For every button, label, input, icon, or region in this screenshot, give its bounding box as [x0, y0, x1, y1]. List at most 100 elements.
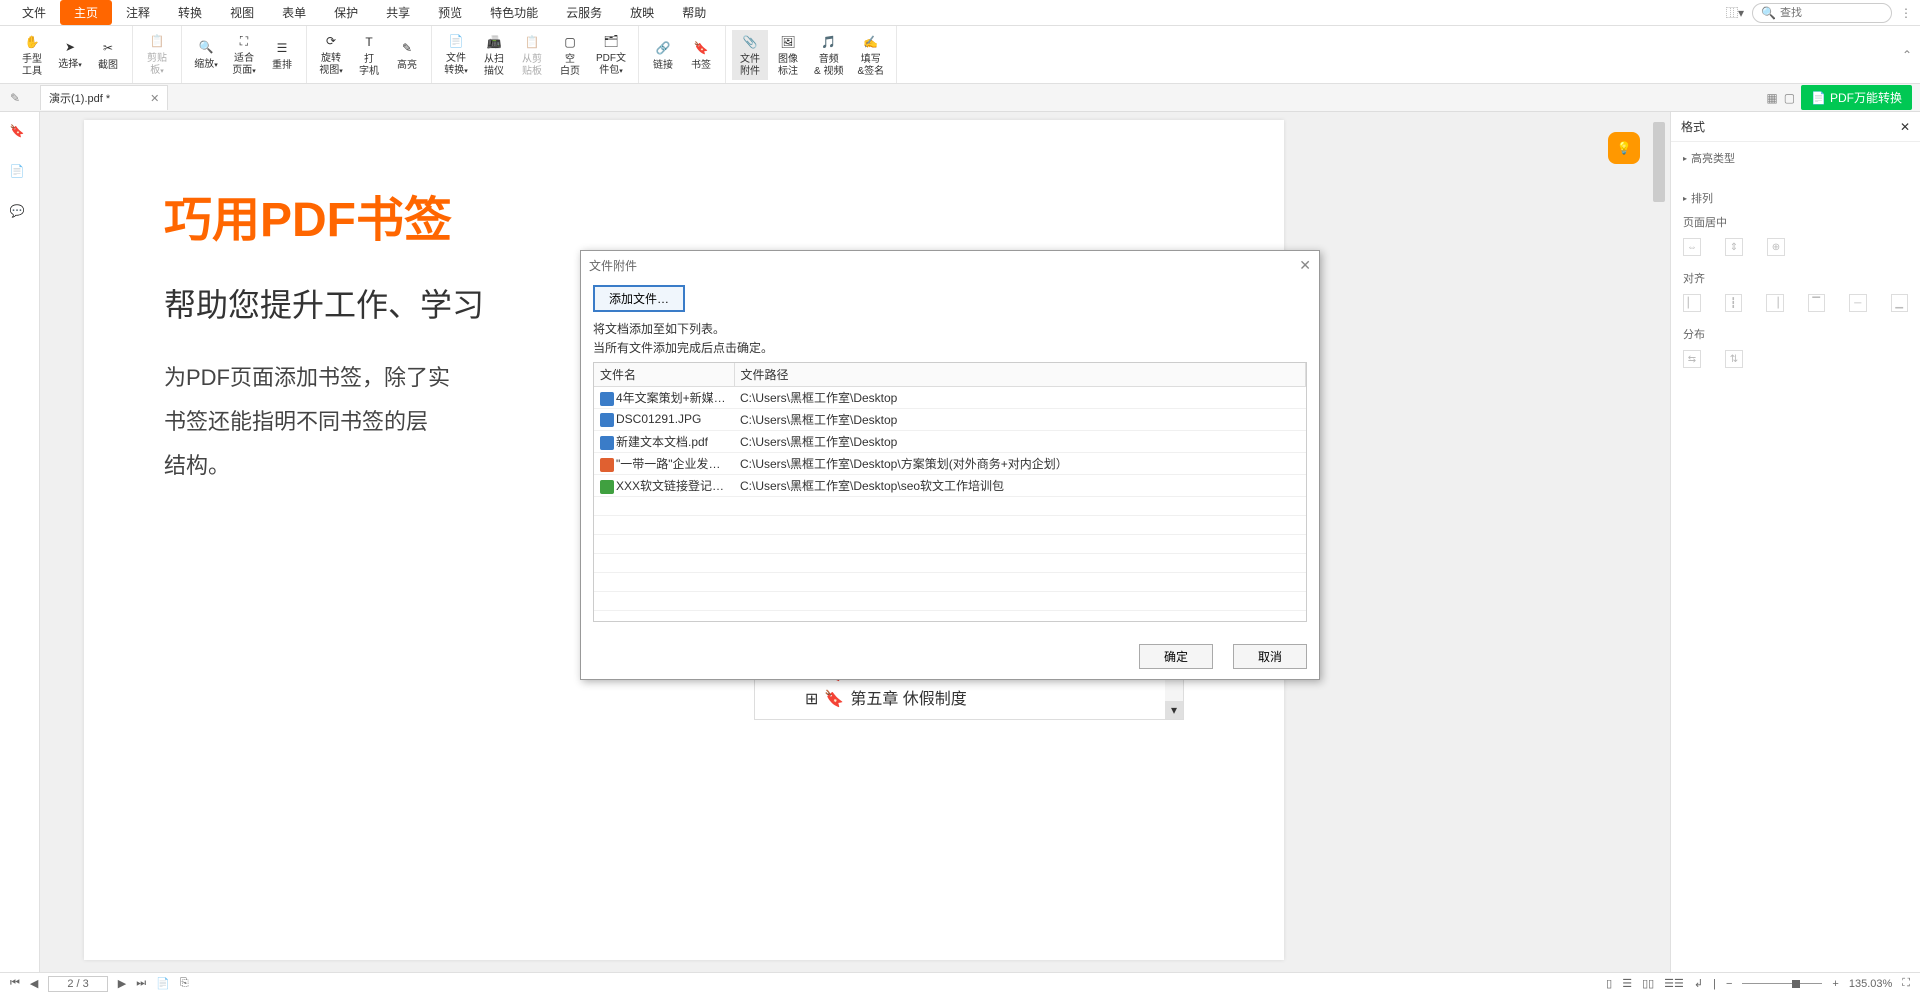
prev-page-icon[interactable]: ◀: [30, 977, 38, 990]
menu-item[interactable]: 共享: [372, 0, 424, 25]
ribbon-reflow-button[interactable]: ☰重排: [264, 36, 300, 74]
ribbon-attach-button[interactable]: 📎文件附件: [732, 30, 768, 80]
close-icon[interactable]: ✕: [1299, 257, 1311, 274]
zoom-in-icon[interactable]: +: [1832, 978, 1838, 990]
menu-item[interactable]: 特色功能: [476, 0, 552, 25]
ribbon-cursor-button[interactable]: ➤选择▾: [52, 35, 88, 74]
ribbon-hand-button[interactable]: ✋手型工具: [14, 30, 50, 80]
page-icon[interactable]: 📄: [10, 164, 30, 184]
center-both-icon[interactable]: ⊕: [1767, 238, 1785, 256]
ribbon-fitpage-button[interactable]: ⛶适合页面▾: [226, 29, 262, 80]
view-single-icon[interactable]: ▯: [1606, 977, 1612, 990]
menu-item[interactable]: 表单: [268, 0, 320, 25]
menu-item[interactable]: 云服务: [552, 0, 616, 25]
fullscreen-icon[interactable]: ⛶: [1902, 977, 1910, 990]
align-bottom-icon[interactable]: ▁: [1891, 294, 1909, 312]
toc-row[interactable]: ⊞🔖第五章 休假制度: [805, 687, 1047, 713]
menu-item[interactable]: 文件: [8, 0, 60, 25]
ribbon-clipboard-button[interactable]: 📋剪贴板▾: [139, 29, 175, 80]
ribbon-link-button[interactable]: 🔗链接: [645, 36, 681, 74]
file-type-icon: [600, 480, 614, 494]
table-row[interactable]: "一带一路"企业发展…C:\Users\黑框工作室\Desktop\方案策划(对…: [594, 453, 1306, 475]
ribbon-blank-button[interactable]: ▢空白页: [552, 30, 588, 80]
table-row[interactable]: DSC01291.JPGC:\Users\黑框工作室\Desktop: [594, 409, 1306, 431]
layout-mode-icon[interactable]: ⿲▾: [1726, 4, 1744, 21]
ribbon-highlight-button[interactable]: ✎高亮: [389, 36, 425, 74]
ribbon-zoom-button[interactable]: 🔍缩放▾: [188, 35, 224, 74]
page-indicator[interactable]: 2 / 3: [48, 976, 107, 992]
col-filepath[interactable]: 文件路径: [734, 363, 1306, 387]
first-page-icon[interactable]: ⏮: [10, 977, 20, 990]
ribbon-media-button[interactable]: 🎵音频& 视频: [808, 30, 849, 80]
ribbon-convert-button[interactable]: 📄文件转换▾: [438, 29, 474, 80]
scrollbar[interactable]: [1652, 112, 1666, 972]
typewriter-icon: T: [359, 32, 379, 52]
pdf-convert-button[interactable]: 📄 PDF万能转换: [1801, 85, 1912, 110]
ribbon-scanner-button[interactable]: 📠从扫描仪: [476, 30, 512, 80]
menu-item[interactable]: 视图: [216, 0, 268, 25]
next-page-icon[interactable]: ▶: [118, 977, 126, 990]
ribbon-portfolio-button[interactable]: 🗂PDF文件包▾: [590, 29, 632, 80]
ribbon-bookmark-button[interactable]: 🔖书签: [683, 36, 719, 74]
center-horizontal-icon[interactable]: ⇔: [1683, 238, 1701, 256]
scroll-thumb[interactable]: [1653, 122, 1665, 202]
more-menu-icon[interactable]: ⋮: [1900, 6, 1912, 20]
ribbon-typewriter-button[interactable]: T打字机: [351, 30, 387, 80]
bookmark-icon[interactable]: 🔖: [10, 124, 30, 144]
search-input[interactable]: [1780, 7, 1883, 19]
table-row[interactable]: 4年文案策划+新媒…C:\Users\黑框工作室\Desktop: [594, 387, 1306, 409]
center-vertical-icon[interactable]: ⇕: [1725, 238, 1743, 256]
menu-item[interactable]: 主页: [60, 0, 112, 25]
collapse-ribbon-icon[interactable]: ⌃: [1902, 48, 1912, 62]
menu-item[interactable]: 帮助: [668, 0, 720, 25]
cancel-button[interactable]: 取消: [1233, 644, 1307, 669]
distribute-horizontal-icon[interactable]: ⇆: [1683, 350, 1701, 368]
zoom-slider[interactable]: [1742, 983, 1822, 984]
document-tab[interactable]: 演示(1).pdf * ✕: [40, 85, 168, 110]
pencil-icon[interactable]: ✎: [10, 91, 20, 105]
view-continuous-icon[interactable]: ☰: [1622, 977, 1632, 990]
section-highlight-type[interactable]: 高亮类型: [1683, 150, 1908, 166]
hint-bulb-icon[interactable]: 💡: [1608, 132, 1640, 164]
last-page-icon[interactable]: ⏭: [136, 977, 146, 990]
ribbon-sign-button[interactable]: ✍填写&签名: [851, 30, 890, 80]
view-facing-icon[interactable]: ▯▯: [1642, 977, 1654, 990]
ok-button[interactable]: 确定: [1139, 644, 1213, 669]
view-cont-facing-icon[interactable]: ☰☰: [1664, 977, 1684, 990]
ribbon-label: 填写&签名: [857, 54, 884, 78]
page-icon[interactable]: 📄: [156, 977, 170, 990]
menu-item[interactable]: 注释: [112, 0, 164, 25]
view-wrap-icon[interactable]: ↲: [1694, 977, 1703, 990]
distribute-vertical-icon[interactable]: ⇅: [1725, 350, 1743, 368]
menu-item[interactable]: 转换: [164, 0, 216, 25]
ribbon-screenshot-button[interactable]: ✂截图: [90, 36, 126, 74]
zoom-out-icon[interactable]: −: [1726, 978, 1732, 990]
expand-icon[interactable]: ⊞: [805, 687, 818, 713]
copy-icon[interactable]: ⎘: [180, 977, 189, 990]
section-arrange[interactable]: 排列: [1683, 190, 1908, 206]
file-list[interactable]: 文件名 文件路径 4年文案策划+新媒…C:\Users\黑框工作室\Deskto…: [593, 362, 1307, 622]
ribbon-image-button[interactable]: 🖼图像标注: [770, 30, 806, 80]
align-left-icon[interactable]: ▏: [1683, 294, 1701, 312]
comment-icon[interactable]: 💬: [10, 204, 30, 224]
table-row[interactable]: XXX软文链接登记表…C:\Users\黑框工作室\Desktop\seo软文工…: [594, 475, 1306, 497]
ribbon-fromclip-button[interactable]: 📋从剪贴板: [514, 30, 550, 80]
menu-item[interactable]: 预览: [424, 0, 476, 25]
table-row[interactable]: 新建文本文档.pdfC:\Users\黑框工作室\Desktop: [594, 431, 1306, 453]
align-center-icon[interactable]: ┇: [1725, 294, 1743, 312]
search-box[interactable]: 🔍: [1752, 3, 1892, 23]
add-file-button[interactable]: 添加文件…: [593, 285, 685, 312]
close-icon[interactable]: ✕: [150, 92, 159, 105]
ribbon-rotate-button[interactable]: ⟳旋转视图▾: [313, 29, 349, 80]
align-top-icon[interactable]: ▔: [1808, 294, 1826, 312]
scroll-down-icon[interactable]: ▾: [1165, 701, 1183, 719]
col-filename[interactable]: 文件名: [594, 363, 734, 387]
close-icon[interactable]: ✕: [1900, 120, 1910, 134]
grid-view-icon[interactable]: ▦: [1766, 91, 1777, 105]
align-right-icon[interactable]: ▕: [1766, 294, 1784, 312]
align-middle-icon[interactable]: ─: [1849, 294, 1867, 312]
menu-item[interactable]: 保护: [320, 0, 372, 25]
zoom-value[interactable]: 135.03%: [1849, 978, 1892, 990]
single-view-icon[interactable]: ▢: [1784, 91, 1795, 105]
menu-item[interactable]: 放映: [616, 0, 668, 25]
